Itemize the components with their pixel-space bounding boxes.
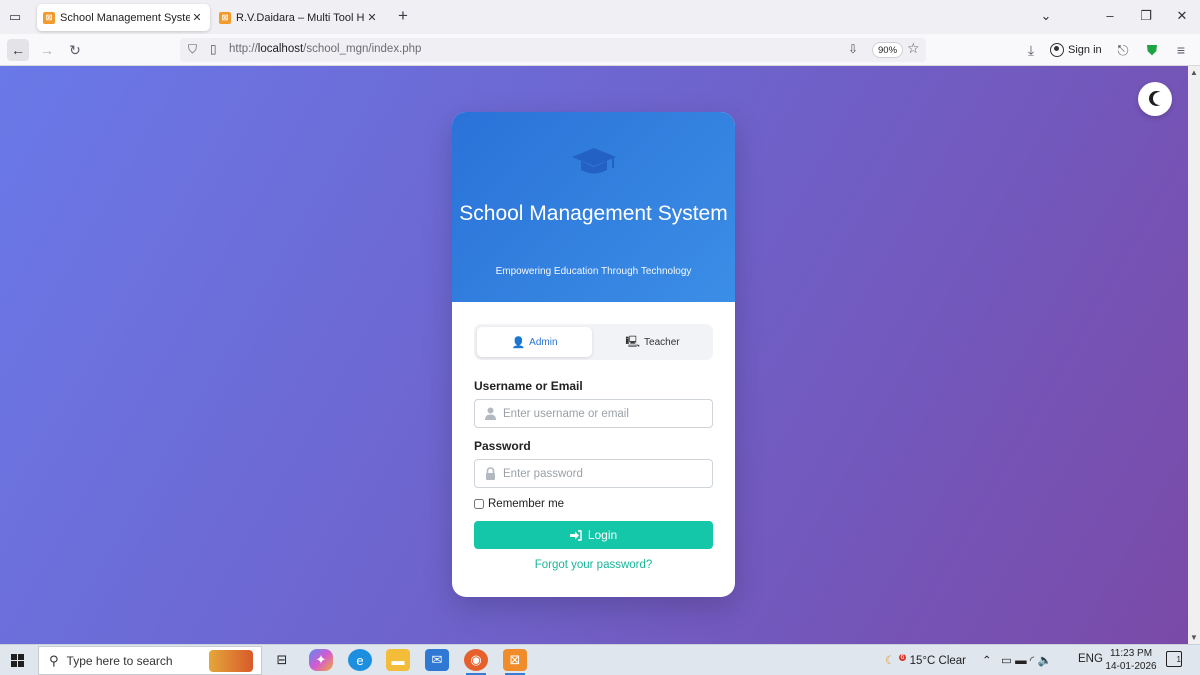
forgot-password-link[interactable]: Forgot your password?: [452, 559, 735, 571]
sign-in-arrow-icon: [569, 529, 582, 541]
user-cog-icon: 👤: [511, 336, 526, 349]
address-bar[interactable]: ⛉ ▯ http://localhost/school_mgn/index.ph…: [180, 38, 926, 62]
xampp-favicon-icon: ⊠: [219, 11, 231, 24]
meet-now-icon: ▭: [1001, 655, 1012, 667]
tab-admin[interactable]: 👤 Admin: [477, 327, 592, 357]
page-icon: ▯: [210, 42, 217, 56]
shield-icon[interactable]: ⛉: [188, 42, 197, 57]
login-card-header: School Management System Empowering Educ…: [452, 112, 735, 302]
notification-center-icon[interactable]: 1: [1166, 651, 1182, 667]
scroll-up-icon[interactable]: ▲: [1190, 68, 1198, 77]
wifi-icon: ◜: [1029, 655, 1035, 667]
taskbar-clock[interactable]: 11:23 PM 14-01-2026: [1103, 647, 1159, 673]
graduation-cap-icon: [572, 148, 616, 174]
username-input[interactable]: [503, 404, 703, 424]
taskbar-search[interactable]: ⚲ Type here to search: [38, 646, 262, 675]
close-icon[interactable]: ✕: [365, 11, 379, 24]
tab-overflow-chevron-icon[interactable]: ⌄: [1036, 8, 1056, 24]
vertical-scrollbar[interactable]: ▲ ▼: [1188, 66, 1200, 644]
forward-button[interactable]: →: [36, 39, 58, 61]
weather-text: 15°C Clear: [909, 655, 966, 667]
bookmark-star-icon[interactable]: ☆: [907, 40, 920, 57]
outlook-mail-icon[interactable]: ✉: [425, 649, 449, 671]
tab-teacher[interactable]: 🖳 Teacher: [595, 327, 710, 357]
weather-widget[interactable]: ☾ 6 15°C Clear: [885, 653, 966, 667]
tab-bar: ▭ ⊠ School Management System - L ✕ ⊠ R.V…: [0, 0, 1200, 34]
password-label: Password: [474, 439, 531, 453]
new-tab-button[interactable]: +: [394, 7, 412, 26]
downloads-icon[interactable]: ⤓: [1020, 39, 1042, 61]
menu-hamburger-icon[interactable]: ≡: [1170, 39, 1192, 61]
weather-moon-icon: ☾: [885, 655, 896, 667]
url-text[interactable]: http://localhost/school_mgn/index.php: [229, 43, 421, 55]
username-label: Username or Email: [474, 379, 583, 393]
tab-title: R.V.Daidara – Multi Tool Hub: [236, 11, 365, 24]
tab-school-management[interactable]: ⊠ School Management System - L ✕: [37, 4, 210, 31]
user-icon: [485, 407, 496, 420]
zoom-level-badge[interactable]: 90%: [872, 42, 904, 58]
back-button[interactable]: ←: [7, 39, 29, 61]
moon-icon: [1153, 92, 1166, 105]
tab-list-button[interactable]: ▭: [6, 8, 24, 26]
show-hidden-icons-chevron-icon[interactable]: ⌃: [982, 653, 992, 667]
password-field[interactable]: [474, 459, 713, 488]
username-field[interactable]: [474, 399, 713, 428]
search-highlight-image: [209, 650, 253, 672]
account-icon: [1050, 43, 1064, 57]
close-icon[interactable]: ✕: [190, 11, 204, 24]
vpn-shield-icon[interactable]: ⛊: [1141, 39, 1163, 61]
chalkboard-teacher-icon: 🖳: [625, 335, 641, 348]
close-window-button[interactable]: ✕: [1172, 8, 1192, 24]
login-card: School Management System Empowering Educ…: [452, 112, 735, 597]
remember-me-label: Remember me: [488, 498, 565, 510]
login-button[interactable]: Login: [474, 521, 713, 549]
page-title: School Management System: [459, 202, 728, 225]
save-to-pocket-icon[interactable]: ⇩: [848, 42, 858, 56]
scroll-down-icon[interactable]: ▼: [1190, 633, 1198, 642]
volume-icon: 🔈: [1037, 655, 1052, 667]
clock-time: 11:23 PM: [1109, 648, 1153, 659]
task-view-icon[interactable]: ⊟: [270, 649, 294, 671]
sign-in-button[interactable]: Sign in: [1050, 38, 1102, 62]
reload-button[interactable]: ↻: [64, 39, 86, 61]
restore-button[interactable]: ❐: [1136, 8, 1156, 24]
search-placeholder: Type here to search: [66, 653, 173, 668]
remember-me-checkbox[interactable]: [474, 499, 484, 509]
extensions-icon[interactable]: ⎋: [1112, 39, 1134, 61]
windows-start-icon[interactable]: [11, 654, 25, 668]
tab-multi-tool-hub[interactable]: ⊠ R.V.Daidara – Multi Tool Hub ✕: [213, 4, 385, 31]
taskbar: ⚲ Type here to search ⊟ ✦ e ▬ ✉ ◉ ⊠ ☾ 6 …: [0, 644, 1200, 675]
page-viewport: School Management System Empowering Educ…: [0, 66, 1188, 644]
file-explorer-icon[interactable]: ▬: [386, 649, 410, 671]
xampp-favicon-icon: ⊠: [43, 11, 55, 24]
copilot-icon[interactable]: ✦: [309, 649, 333, 671]
tab-title: School Management System - L: [60, 11, 190, 24]
clock-date: 14-01-2026: [1105, 661, 1157, 672]
remember-me[interactable]: Remember me: [474, 498, 564, 510]
input-language[interactable]: ENG: [1078, 653, 1103, 665]
notification-count: 1: [1176, 655, 1181, 664]
firefox-icon[interactable]: ◉: [464, 649, 488, 675]
edge-browser-icon[interactable]: e: [348, 649, 372, 671]
lock-icon: [486, 467, 495, 480]
dark-mode-toggle[interactable]: [1138, 82, 1172, 116]
minimize-button[interactable]: –: [1100, 8, 1120, 23]
password-input[interactable]: [503, 464, 703, 484]
navigation-toolbar: ← → ↻ ⛉ ▯ http://localhost/school_mgn/in…: [0, 34, 1200, 66]
battery-icon: ▬: [1015, 655, 1027, 667]
tray-status-icons[interactable]: ▭ ▬ ◜ 🔈: [1001, 653, 1052, 667]
xampp-icon[interactable]: ⊠: [503, 649, 527, 675]
page-subtitle: Empowering Education Through Technology: [495, 266, 692, 277]
search-icon: ⚲: [49, 652, 59, 668]
role-selector: 👤 Admin 🖳 Teacher: [474, 324, 713, 360]
weather-badge: 6: [898, 654, 907, 662]
